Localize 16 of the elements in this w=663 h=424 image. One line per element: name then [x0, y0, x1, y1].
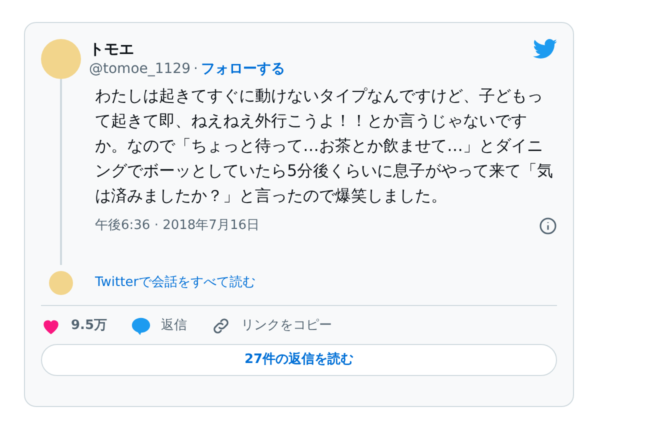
tweet-text: わたしは起きてすぐに動けないタイプなんですけど、子どもって起きて即、ねえねえ外行こうよ！！とか言うじゃないですか。なので「ちょっと待って…お茶とか飲ませて…」とダイニングでボーッとしていたら5分後くらいに息子がやって来て「気は済みましたか？」と言ったので爆笑しました。: [95, 85, 554, 207]
copy-link[interactable]: リンクをコピー: [241, 316, 332, 336]
follow-link[interactable]: フォローする: [200, 59, 285, 79]
link-icon: [211, 316, 232, 336]
author-name[interactable]: トモエ: [89, 39, 285, 59]
conversation-link[interactable]: Twitterで会話をすべて読む: [95, 273, 256, 293]
timestamp[interactable]: 午後6:36 · 2018年7月16日: [95, 216, 260, 236]
info-icon[interactable]: [539, 216, 557, 235]
reply-link[interactable]: 返信: [161, 316, 188, 336]
author-handle[interactable]: @tomoe_1129: [89, 59, 190, 79]
bird-logo-icon[interactable]: [533, 39, 557, 59]
speech-bubble-icon: [131, 316, 152, 336]
like-count[interactable]: 9.5万: [71, 316, 108, 336]
read-replies-button[interactable]: 27件の返信を読む: [41, 344, 557, 376]
heart-icon: [41, 317, 61, 335]
separator-dot: ·: [194, 60, 198, 79]
